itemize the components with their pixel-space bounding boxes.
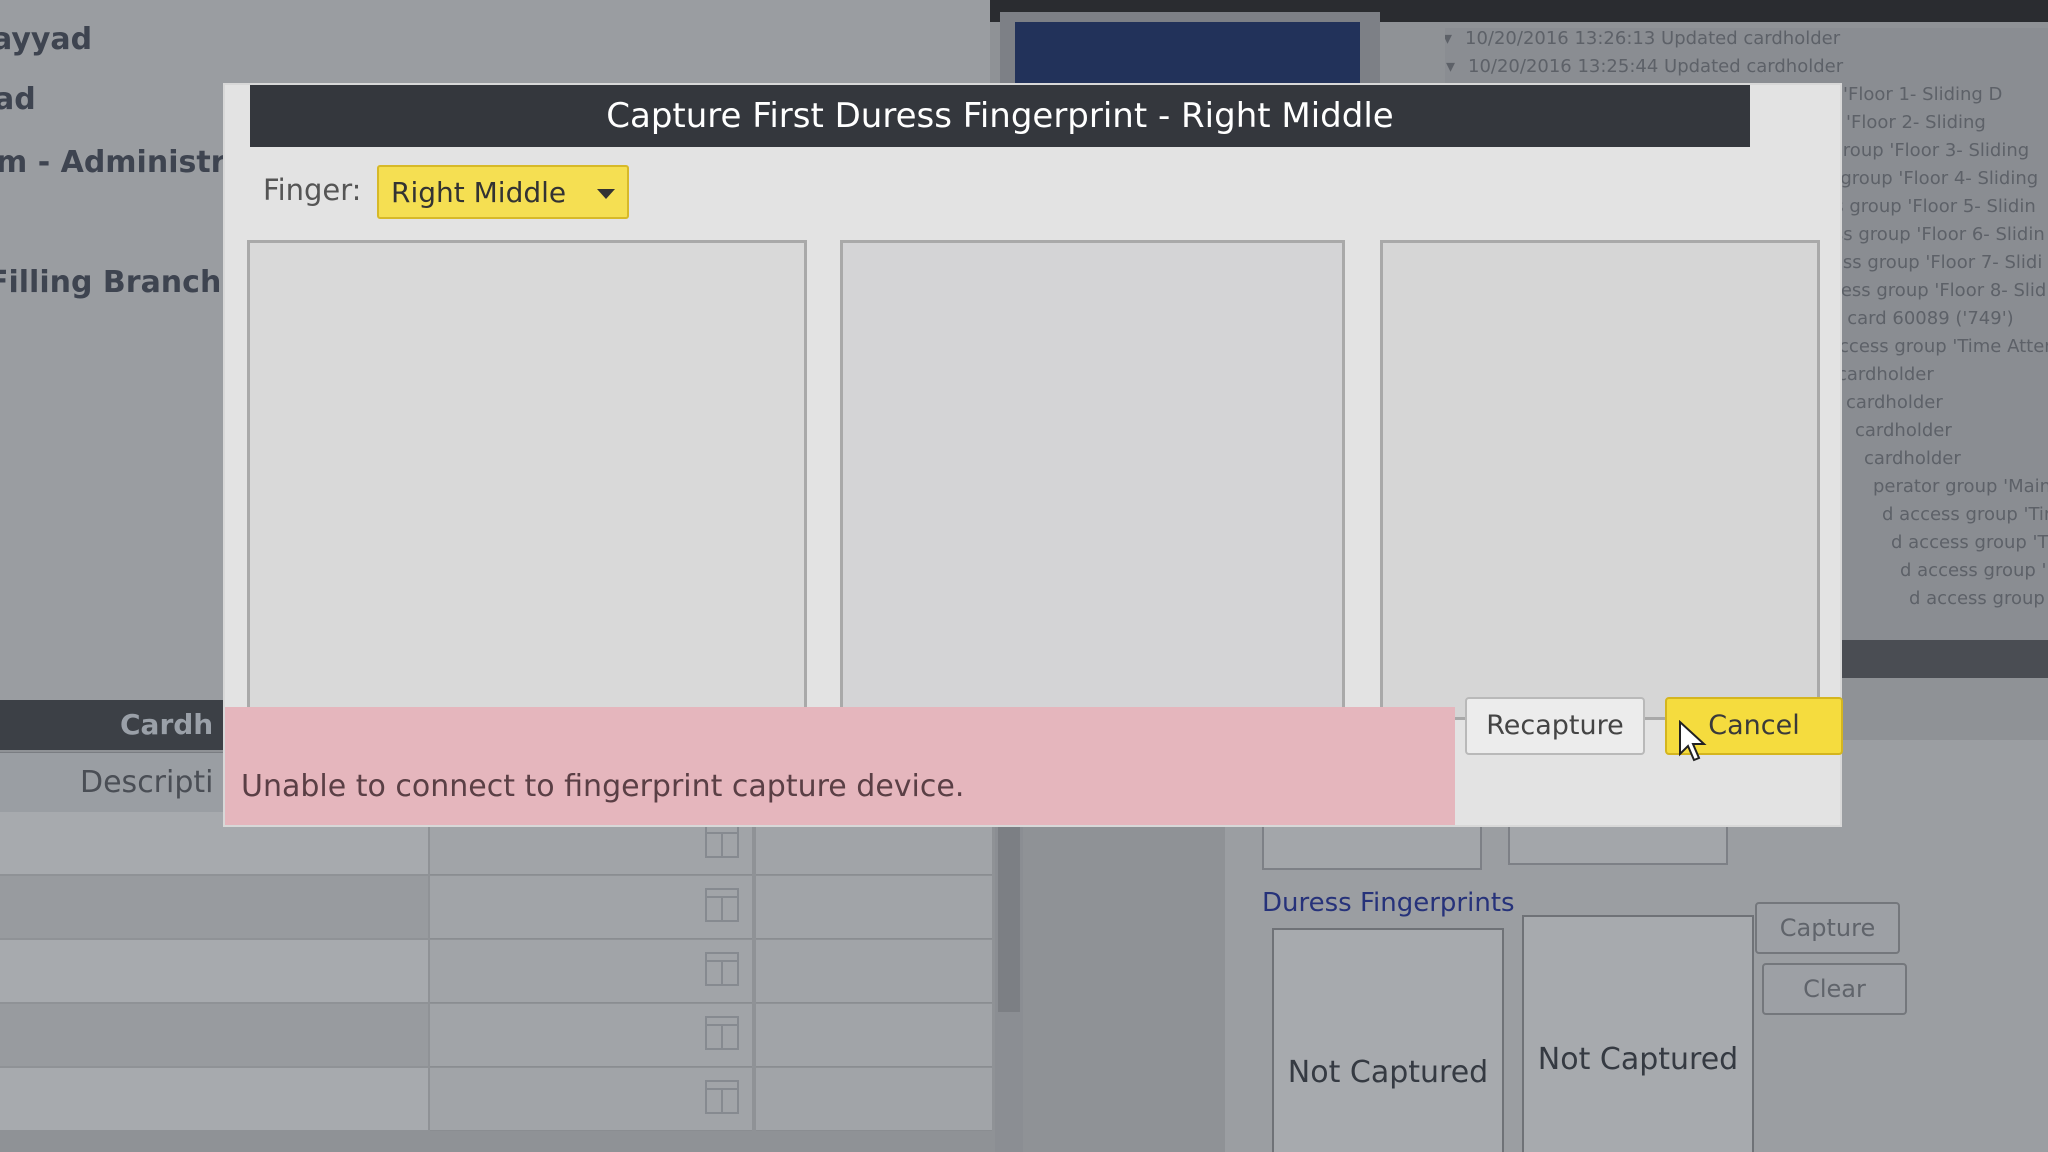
activity-log-entry: 10/20/2016 13:25:44 Updated cardholder [1468, 56, 1844, 77]
duress-slot-2-status: Not Captured [1537, 1042, 1739, 1077]
error-banner: Unable to connect to fingerprint capture… [225, 707, 1455, 825]
fingerprint-image-1 [247, 240, 807, 720]
capture-fingerprint-dialog: Capture First Duress Fingerprint - Right… [225, 85, 1843, 825]
finger-select-value: Right Middle [391, 176, 567, 209]
activity-log-entry: access group 'Time Atten [1828, 336, 2048, 357]
duress-slot-1-status: Not Captured [1287, 1055, 1489, 1090]
cards-table-header: Cardh [0, 700, 235, 750]
description-column-label: Descripti [80, 765, 214, 800]
finger-select[interactable]: Right Middle [377, 165, 629, 219]
finger-label: Finger: [263, 173, 362, 207]
calendar-icon[interactable] [705, 1080, 739, 1114]
activity-log-entry: access group 'Floor 8- Slidi [1810, 280, 2048, 301]
error-message: Unable to connect to fingerprint capture… [241, 769, 965, 804]
recapture-button[interactable]: Recapture [1465, 697, 1645, 755]
clear-button[interactable]: Clear [1762, 963, 1907, 1015]
table-scrollbar-thumb[interactable] [998, 812, 1020, 1012]
fingerprint-image-2 [840, 240, 1345, 720]
chevron-down-icon [597, 189, 615, 199]
calendar-icon[interactable] [705, 824, 739, 858]
activity-log-entry: d access group 'Time A [1882, 504, 2048, 525]
cards-table-body [0, 812, 1010, 1152]
activity-log-entry: ed card 60089 ('749') [1819, 308, 2014, 329]
dialog-title: Capture First Duress Fingerprint - Right… [250, 85, 1750, 147]
calendar-icon[interactable] [705, 1016, 739, 1050]
expand-arrow-icon[interactable]: ▾ [1446, 56, 1455, 77]
cardholder-branch-text: Filling Branch [0, 265, 222, 300]
cards-table-title: Cardh [120, 708, 214, 741]
duress-fingerprint-slot-2: Not Captured [1522, 915, 1754, 1152]
mouse-pointer-icon [1679, 720, 1707, 762]
duress-fingerprints-title: Duress Fingerprints [1262, 888, 1515, 918]
activity-log-entry: d access group 'H.O. [1900, 560, 2048, 581]
activity-log-entry: cardholder [1837, 364, 1934, 385]
activity-log-entry: perator group 'Main O [1873, 476, 2048, 497]
table-row[interactable] [0, 940, 1000, 1004]
activity-log-entry: d access group 'Tim [1909, 588, 2048, 609]
duress-fingerprint-slot-1: Not Captured [1272, 928, 1504, 1152]
cardholder-field-text: ad [0, 82, 36, 117]
cardholder-name-text: ayyad [0, 22, 93, 57]
table-row[interactable] [0, 1068, 1000, 1132]
activity-log-entry: d access group 'Time [1891, 532, 2048, 553]
calendar-icon[interactable] [705, 888, 739, 922]
table-row[interactable] [0, 876, 1000, 940]
activity-log-entry: cardholder [1846, 392, 1943, 413]
table-row[interactable] [0, 1004, 1000, 1068]
expand-arrow-icon[interactable]: ▾ [1445, 28, 1452, 49]
calendar-icon[interactable] [705, 952, 739, 986]
activity-log-entry: 10/20/2016 13:26:13 Updated cardholder [1465, 28, 1841, 49]
activity-log-entry: cardholder [1864, 448, 1961, 469]
capture-button[interactable]: Capture [1755, 902, 1900, 954]
activity-log-entry: cardholder [1855, 420, 1952, 441]
fingerprint-image-3 [1380, 240, 1820, 720]
